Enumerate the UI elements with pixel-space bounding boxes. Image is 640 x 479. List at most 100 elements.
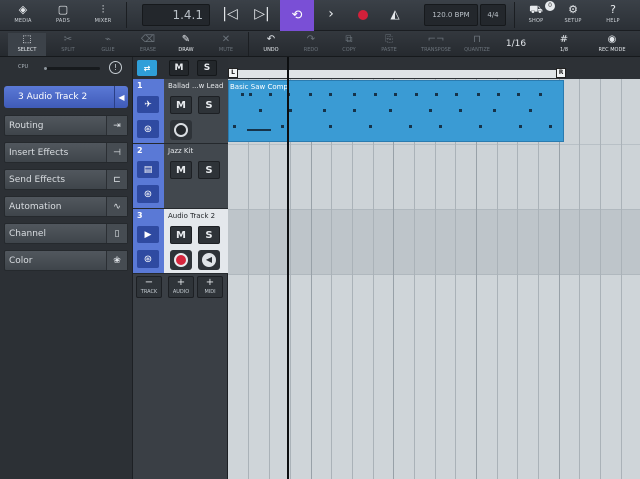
signature-display[interactable]: 4/4 xyxy=(480,4,506,26)
add-midi-track-button[interactable]: + MIDI xyxy=(197,276,223,298)
midi-note xyxy=(323,109,326,112)
midi-note xyxy=(429,109,432,112)
cart-icon: ⛟ xyxy=(529,3,543,16)
mixer-button[interactable]: ⫶ MIXER xyxy=(84,1,122,30)
info-icon[interactable]: ! xyxy=(109,61,122,74)
midi-note xyxy=(289,109,292,112)
erase-tool[interactable]: ⌫ ERASE xyxy=(130,33,166,56)
copy-button[interactable]: ⧉ COPY xyxy=(332,33,366,56)
routing-icon: ⇥ xyxy=(106,116,127,135)
metronome-button[interactable]: ◭ xyxy=(384,1,406,30)
copy-icon: ⧉ xyxy=(345,34,353,45)
skip-back-icon: |◁ xyxy=(222,6,238,22)
split-tool[interactable]: ✂ SPLIT xyxy=(50,33,86,56)
pads-button[interactable]: ▢ PADS xyxy=(44,1,82,30)
instrument-icon[interactable]: ✈ xyxy=(137,96,159,113)
midi-event[interactable]: Basic Saw Comp xyxy=(228,80,564,142)
playhead[interactable] xyxy=(287,57,289,479)
grid-button[interactable]: # 1/8 xyxy=(550,33,578,56)
global-mute-button[interactable]: M xyxy=(169,60,189,76)
midi-note xyxy=(353,109,356,112)
arrangement-view[interactable]: L R Basic Saw Comp xyxy=(228,57,640,479)
cpu-fill xyxy=(44,67,47,70)
mute-tool[interactable]: ✕ MUTE xyxy=(208,33,244,56)
routing-section[interactable]: Routing ⇥ xyxy=(4,115,128,136)
cycle-left-locator[interactable]: L xyxy=(228,68,238,78)
automation-section[interactable]: Automation ∿ xyxy=(4,196,128,217)
track-view-icon: ⇄ xyxy=(143,63,151,73)
midi-note xyxy=(389,109,392,112)
audio-play-icon[interactable]: ▶ xyxy=(137,226,159,243)
track-name: Jazz Kit xyxy=(168,147,194,155)
cycle-button[interactable]: ⟲ xyxy=(280,0,314,31)
event-name: Basic Saw Comp xyxy=(230,83,288,91)
cycle-icon: ⟲ xyxy=(291,8,303,23)
track-settings-icon[interactable]: ⊛ xyxy=(137,250,159,268)
metronome-icon: ◭ xyxy=(390,7,400,21)
drum-icon[interactable]: ▤ xyxy=(137,161,159,178)
record-button[interactable] xyxy=(352,1,374,30)
track-settings-icon[interactable]: ⊛ xyxy=(137,120,159,138)
global-solo-button[interactable]: S xyxy=(197,60,217,76)
rec-mode-button[interactable]: ◉ REC MODE xyxy=(592,33,632,56)
track-mute-button[interactable]: M xyxy=(170,96,192,114)
help-button[interactable]: ? HELP xyxy=(596,1,630,30)
collapse-arrow-icon[interactable]: ◀ xyxy=(114,86,128,108)
send-effects-icon: ⊏ xyxy=(106,170,127,189)
midi-note xyxy=(369,125,372,128)
insert-effects-section[interactable]: Insert Effects ⊣ xyxy=(4,142,128,163)
forward-button[interactable]: ▷| xyxy=(250,1,274,30)
gear-icon: ⚙ xyxy=(568,3,578,16)
remove-track-button[interactable]: − TRACK xyxy=(136,276,162,298)
track-settings-icon[interactable]: ⊛ xyxy=(137,185,159,203)
midi-note xyxy=(233,125,236,128)
selected-track-header[interactable]: 3 Audio Track 2 ◀ xyxy=(4,86,128,108)
select-tool[interactable]: ⬚ SELECT xyxy=(8,33,46,56)
cycle-range[interactable] xyxy=(234,70,564,78)
draw-tool[interactable]: ✎ DRAW xyxy=(168,33,204,56)
track-row[interactable]: 1 Ballad ...w Lead ✈ ⊛ M S xyxy=(133,79,229,144)
channel-section[interactable]: Channel ▯ xyxy=(4,223,128,244)
redo-button[interactable]: ↷ REDO xyxy=(294,33,328,56)
track-solo-button[interactable]: S xyxy=(198,96,220,114)
midi-note xyxy=(374,93,377,96)
midi-note xyxy=(329,125,332,128)
mixer-icon: ⫶ xyxy=(101,3,105,16)
timeline-ruler[interactable]: L R xyxy=(228,57,640,79)
media-icon: ◈ xyxy=(18,3,28,16)
midi-note xyxy=(459,109,462,112)
track-solo-button[interactable]: S xyxy=(198,161,220,179)
media-button[interactable]: ◈ MEDIA xyxy=(4,1,42,30)
undo-icon: ↶ xyxy=(266,34,276,45)
quantize-button[interactable]: ⊓ QUANTIZE xyxy=(458,33,496,56)
setup-button[interactable]: ⚙ SETUP xyxy=(556,1,590,30)
midi-note xyxy=(479,125,482,128)
selected-track-number: 3 xyxy=(18,92,24,102)
add-audio-track-button[interactable]: + AUDIO xyxy=(168,276,194,298)
paste-button[interactable]: ⎘ PASTE xyxy=(372,33,406,56)
cycle-right-locator[interactable]: R xyxy=(556,68,566,78)
rewind-button[interactable]: |◁ xyxy=(218,1,242,30)
track-view-toggle[interactable]: ⇄ xyxy=(137,60,157,76)
undo-button[interactable]: ↶ UNDO xyxy=(254,33,288,56)
midi-note xyxy=(269,93,272,96)
grid-line xyxy=(621,79,622,479)
glue-tool[interactable]: ⌁ GLUE xyxy=(90,33,126,56)
position-display[interactable]: 1.4.1 xyxy=(142,4,210,26)
monitor-button[interactable]: ◀ xyxy=(198,250,220,270)
divider xyxy=(126,2,127,28)
track-solo-button[interactable]: S xyxy=(198,226,220,244)
midi-note xyxy=(435,93,438,96)
transpose-button[interactable]: ⌐¬ TRANSPOSE xyxy=(416,33,456,56)
track-row[interactable]: 2 Jazz Kit ▤ ⊛ M S xyxy=(133,144,229,209)
track-mute-button[interactable]: M xyxy=(170,226,192,244)
color-section[interactable]: Color ❀ xyxy=(4,250,128,271)
send-effects-section[interactable]: Send Effects ⊏ xyxy=(4,169,128,190)
track-row-selected[interactable]: 3 Audio Track 2 ▶ ⊛ M S ◀ xyxy=(133,209,229,274)
monitor-button[interactable] xyxy=(170,120,192,140)
tempo-display[interactable]: 120.0 BPM xyxy=(424,4,478,26)
play-button[interactable]: › xyxy=(320,1,342,30)
track-mute-button[interactable]: M xyxy=(170,161,192,179)
record-arm-button[interactable] xyxy=(170,250,192,270)
quantize-value[interactable]: 1/16 xyxy=(500,33,532,56)
